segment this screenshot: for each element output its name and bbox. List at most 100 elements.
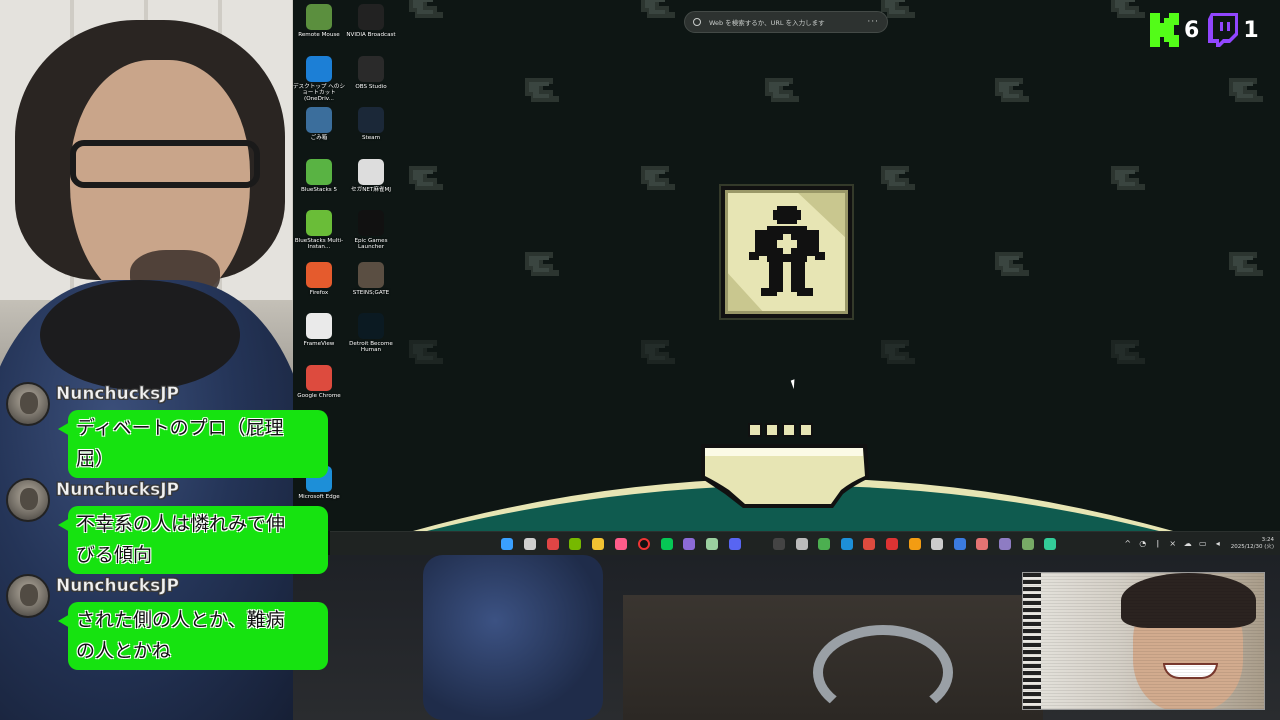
desktop-shortcut[interactable]: FrameView — [293, 313, 345, 363]
desktop-shortcut[interactable]: デスクトップ へのショートカット (OneDriv... — [293, 55, 346, 106]
app-purple2-icon[interactable] — [999, 538, 1011, 550]
clock-time: 3:24 — [1261, 537, 1274, 543]
desktop-shortcut[interactable]: STEINS;GATE — [345, 261, 397, 312]
nvidia-icon — [358, 4, 384, 30]
search-icon — [693, 18, 701, 26]
file-explorer-icon[interactable] — [592, 538, 605, 550]
chrome-taskbar-icon[interactable] — [863, 538, 876, 550]
wallpaper-moon-icon — [875, 334, 923, 370]
desktop-shortcut[interactable]: BlueStacks Multi-Instan... — [293, 210, 345, 260]
app-purple-icon[interactable] — [683, 538, 696, 550]
epic-games-icon — [358, 210, 384, 236]
app-red-icon[interactable] — [886, 538, 898, 550]
browser-search-bar[interactable]: Web を検索するか、URL を入力します ··· — [684, 11, 888, 33]
chair-frame — [813, 625, 953, 720]
obs-taskbar-icon[interactable] — [546, 538, 559, 550]
taskbar-clock[interactable]: 3:24 2025/12/30 (火) — [1231, 537, 1274, 551]
desktop-shortcut[interactable]: Epic Games Launcher — [345, 210, 397, 260]
wallpaper-moon-icon — [403, 160, 451, 196]
desktop-shortcut[interactable]: セガNET麻雀MJ — [345, 158, 397, 209]
chat-bubble: 不幸系の人は憐れみで伸 びる傾向 — [58, 506, 328, 574]
app-dark-icon[interactable] — [773, 538, 785, 550]
close-x-icon[interactable]: × — [1169, 540, 1177, 548]
chat-line: ディベートのプロ（屁理 — [76, 417, 284, 439]
shortcut-label: セガNET麻雀MJ — [351, 186, 391, 193]
wallpaper-moon-icon — [519, 72, 567, 108]
desktop-shortcut[interactable]: Detroit Become Human — [345, 313, 397, 363]
desktop-shortcut[interactable]: Remote Mouse — [293, 4, 345, 54]
shortcut-label: Detroit Become Human — [349, 341, 393, 354]
wallpaper-moon-icon — [1105, 334, 1153, 370]
mic-icon[interactable]: ǀ — [1154, 540, 1162, 548]
scanline-overlay — [1023, 573, 1264, 709]
kick-viewer-count: 6 — [1184, 17, 1200, 43]
remote-mouse-icon — [306, 4, 332, 30]
arena-shape — [413, 423, 1173, 531]
steins-gate-icon — [358, 261, 384, 288]
wallpaper-moon-icon — [403, 0, 451, 24]
wallpaper-moon-icon — [1105, 0, 1153, 24]
monitor-icon[interactable]: ▭ — [1199, 540, 1207, 548]
chat-line: 屈） — [76, 448, 115, 470]
wallpaper-moon-icon — [989, 246, 1037, 282]
system-tray: ^ ◔ ǀ × ☁ ▭ ◂ 3:24 2025/12/30 (火) — [1124, 535, 1274, 553]
twitch-viewer-count: 1 — [1243, 17, 1259, 43]
notepad-icon[interactable] — [706, 538, 719, 550]
desktop-shortcut[interactable]: ごみ箱 — [293, 107, 345, 157]
shortcut-label: NVIDIA Broadcast — [346, 32, 396, 38]
app-orange-icon[interactable] — [908, 538, 921, 550]
more-options-icon[interactable]: ··· — [867, 17, 879, 27]
desktop-shortcut[interactable]: Steam — [345, 107, 397, 157]
mouse-cursor — [790, 377, 802, 390]
chat-line: の人とかね — [76, 640, 172, 662]
desktop-shortcut[interactable]: OBS Studio — [345, 55, 397, 106]
windows-taskbar: ^ ◔ ǀ × ☁ ▭ ◂ 3:24 2025/12/30 (火) — [330, 531, 1280, 555]
shortcut-label: Remote Mouse — [298, 32, 340, 38]
wallpaper-moon-icon — [1223, 246, 1271, 282]
detroit-icon — [358, 313, 384, 339]
shortcut-label: STEINS;GATE — [352, 289, 390, 296]
twitch-icon — [1207, 13, 1239, 47]
game-arena-platform — [413, 420, 1173, 531]
record-icon[interactable] — [637, 538, 650, 550]
nvidia-taskbar-icon[interactable] — [569, 538, 582, 550]
app-a-icon[interactable] — [795, 538, 808, 550]
chat-username: NunchucksJP — [56, 480, 180, 501]
volume-icon[interactable]: ◂ — [1214, 540, 1222, 548]
task-view-icon[interactable] — [523, 538, 536, 550]
start-icon[interactable] — [501, 538, 513, 550]
app-green-icon[interactable] — [1044, 538, 1057, 550]
chat-bubble: ディベートのプロ（屁理 屈） — [58, 410, 328, 478]
streamer-arm — [423, 555, 603, 720]
webcam-collar — [40, 280, 240, 390]
edge-taskbar-icon[interactable] — [840, 538, 853, 550]
xbox-icon[interactable] — [818, 538, 831, 550]
shortcut-label: Epic Games Launcher — [354, 238, 388, 251]
app-red2-icon[interactable] — [976, 538, 989, 550]
guest-webcam — [1022, 572, 1265, 710]
app-pink-icon[interactable] — [615, 538, 627, 550]
user-avatar — [6, 478, 50, 522]
viewer-counters: 6 1 — [1148, 10, 1267, 50]
bluestacks-multi-icon — [306, 210, 332, 236]
onedrive-tray-icon[interactable]: ☁ — [1184, 540, 1192, 548]
shortcut-label: デスクトップ へのショートカット (OneDriv... — [293, 83, 346, 103]
line-icon[interactable] — [660, 538, 673, 550]
desktop-shortcut[interactable]: BlueStacks 5 — [293, 158, 345, 209]
chevron-up-icon[interactable]: ^ — [1124, 540, 1132, 548]
desktop-shortcut[interactable]: NVIDIA Broadcast — [345, 4, 397, 54]
wallpaper-moon-icon — [635, 0, 683, 24]
desktop-shortcut[interactable]: Firefox — [293, 261, 345, 312]
chat-line: 不幸系の人は憐れみで伸 — [76, 513, 286, 535]
app-game-icon[interactable] — [1021, 538, 1034, 550]
app-blue-icon[interactable] — [953, 538, 966, 550]
recycle-bin-icon — [306, 107, 332, 133]
wallpaper-moon-icon — [403, 334, 451, 370]
chat-bubble: された側の人とか、難病 の人とかね — [58, 602, 328, 670]
steam-icon — [358, 107, 384, 133]
discord-icon[interactable] — [729, 538, 741, 550]
network-icon[interactable]: ◔ — [1139, 540, 1147, 548]
app-back-icon[interactable] — [931, 538, 944, 550]
wallpaper-moon-icon — [635, 334, 683, 370]
desktop-shortcut[interactable]: Google Chrome — [293, 364, 345, 415]
